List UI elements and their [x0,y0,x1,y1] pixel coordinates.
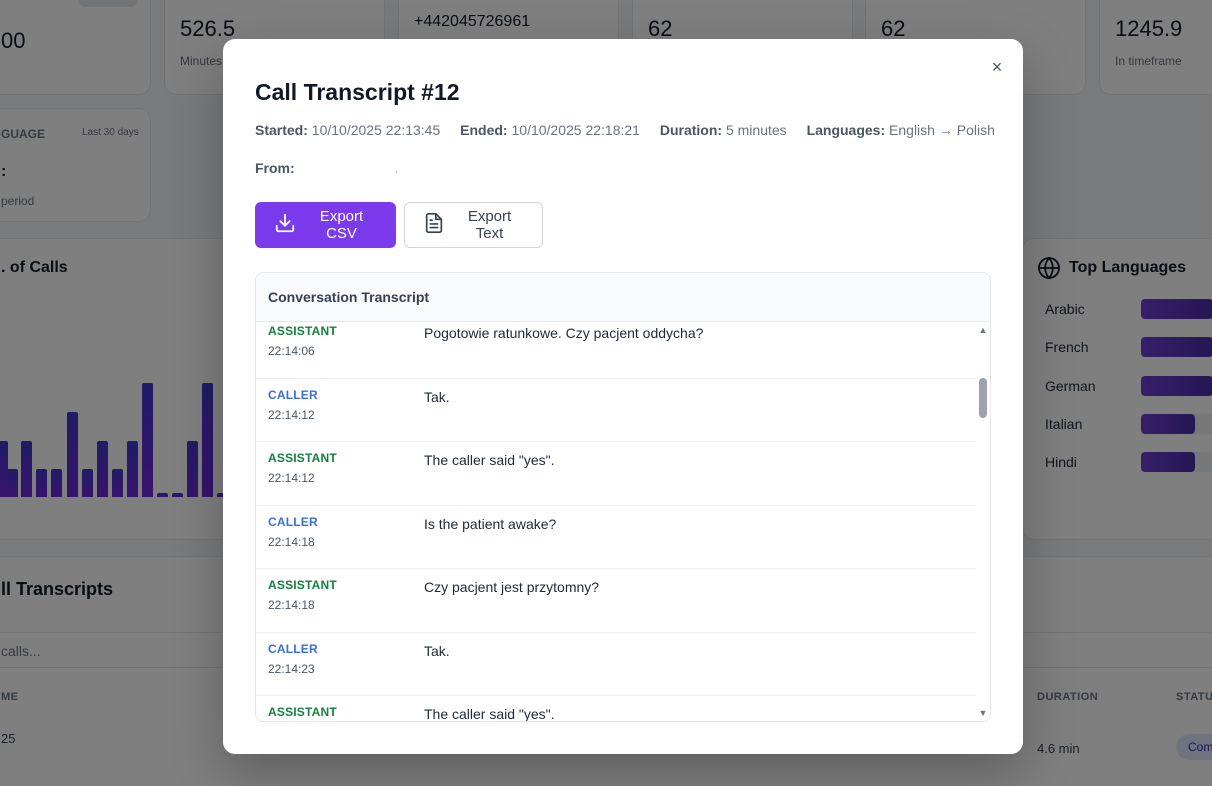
from-label: From: [255,160,295,176]
call-meta: Started: 10/10/2025 22:13:45 Ended: 10/1… [255,122,1011,138]
meta-value: 5 minutes [725,122,787,138]
message-role: CALLER [268,387,318,402]
transcript-message: ASSISTANT 22:14:18 Czy pacjent jest przy… [256,569,976,633]
meta-label: Duration: [659,122,723,138]
transcript-message: ASSISTANT 22:14:06 Pogotowie ratunkowe. … [256,322,976,379]
message-text: Tak. [424,642,450,659]
meta-value: 10/10/2025 22:18:21 [511,122,640,138]
message-role: ASSISTANT [268,578,337,592]
download-icon [274,212,296,238]
transcript-message: CALLER 22:14:23 Tak. [256,633,976,696]
export-text-button[interactable]: Export Text [404,202,543,248]
message-role: ASSISTANT [268,324,337,338]
message-text: Pogotowie ratunkowe. Czy pacjent oddycha… [424,325,704,341]
conversation-transcript: Conversation Transcript ASSISTANT 22:14:… [255,272,991,722]
transcript-message: ASSISTANT 22:14:12 The caller said "yes"… [256,442,976,506]
meta-value: English → Polish [889,122,995,138]
modal-title: Call Transcript #12 [255,79,460,105]
call-from: From: . [255,160,398,176]
message-time: 22:14:06 [268,344,315,358]
message-text: Is the patient awake? [424,515,557,532]
message-text: The caller said "yes". [424,706,555,721]
message-text: Tak. [424,388,450,405]
call-transcript-modal: × Call Transcript #12 Started: 10/10/202… [223,39,1023,754]
message-time: 22:14:23 [268,661,315,676]
message-role: ASSISTANT [268,451,337,465]
meta-label: Ended: [460,122,508,138]
message-role: ASSISTANT [268,705,337,719]
message-time: 22:14:12 [268,471,315,485]
message-time: 22:14:18 [268,534,315,549]
meta-languages: Languages: English → Polish [807,122,995,138]
close-button[interactable]: × [987,57,1007,77]
meta-label: Started: [255,122,308,138]
scroll-up-arrow-icon[interactable]: ▲ [978,325,988,335]
meta-ended: Ended: 10/10/2025 22:18:21 [460,122,640,138]
message-text: The caller said "yes". [424,452,555,468]
meta-started: Started: 10/10/2025 22:13:45 [255,122,440,138]
message-role: CALLER [268,641,318,656]
message-text: Czy pacjent jest przytomny? [424,579,600,595]
meta-duration: Duration: 5 minutes [660,122,787,138]
transcript-message: ASSISTANT 22:14:24 The caller said "yes"… [256,696,976,721]
transcript-message: CALLER 22:14:12 Tak. [256,379,976,442]
export-csv-button[interactable]: Export CSV [255,202,396,248]
export-text-label: Export Text [467,208,512,242]
export-csv-label: Export CSV [319,208,364,242]
scroll-thumb[interactable] [979,378,987,418]
transcript-message: CALLER 22:14:18 Is the patient awake? [256,506,976,569]
transcript-scrollbar[interactable]: ▲ ▼ [976,322,990,721]
scroll-down-arrow-icon[interactable]: ▼ [978,708,988,718]
from-value: . [394,160,399,176]
message-time: 22:14:12 [268,407,315,422]
transcript-header: Conversation Transcript [256,273,990,322]
message-time: 22:14:18 [268,598,315,612]
meta-value: 10/10/2025 22:13:45 [311,122,441,138]
message-role: CALLER [268,514,318,529]
transcript-list[interactable]: ASSISTANT 22:14:06 Pogotowie ratunkowe. … [256,322,976,721]
meta-label: Languages: [806,122,886,138]
document-icon [423,212,445,238]
